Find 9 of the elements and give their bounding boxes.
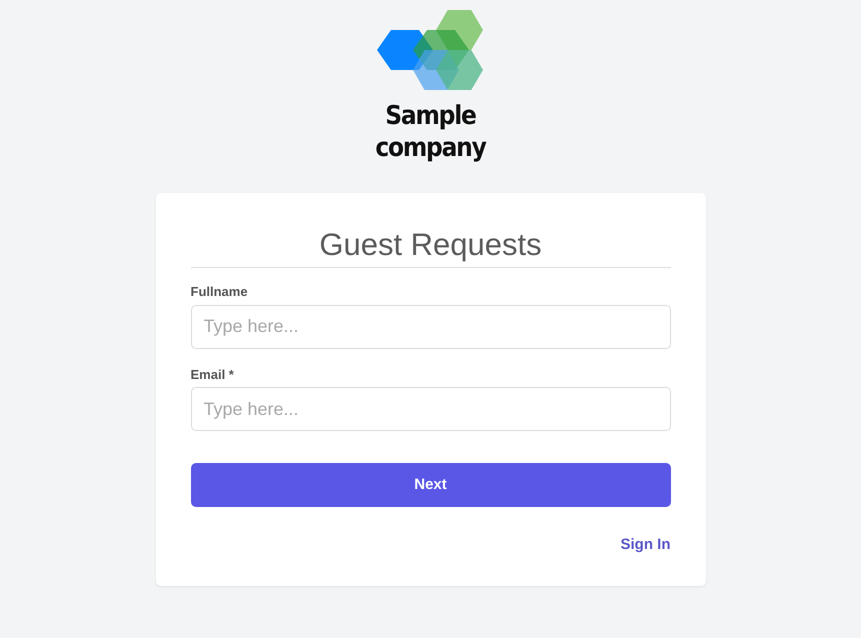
next-button[interactable]: Next (190, 463, 670, 507)
sign-in-link[interactable]: Sign In (620, 534, 670, 556)
hexagon-logo-icon (377, 10, 484, 91)
form-title: Guest Requests (318, 226, 543, 264)
input-field[interactable]: Type here... (190, 304, 670, 348)
field-label: Email * (190, 366, 235, 384)
field-label: Fullname (190, 283, 249, 301)
company-name: Sample company (375, 100, 486, 164)
input-field[interactable]: Type here... (190, 387, 670, 431)
